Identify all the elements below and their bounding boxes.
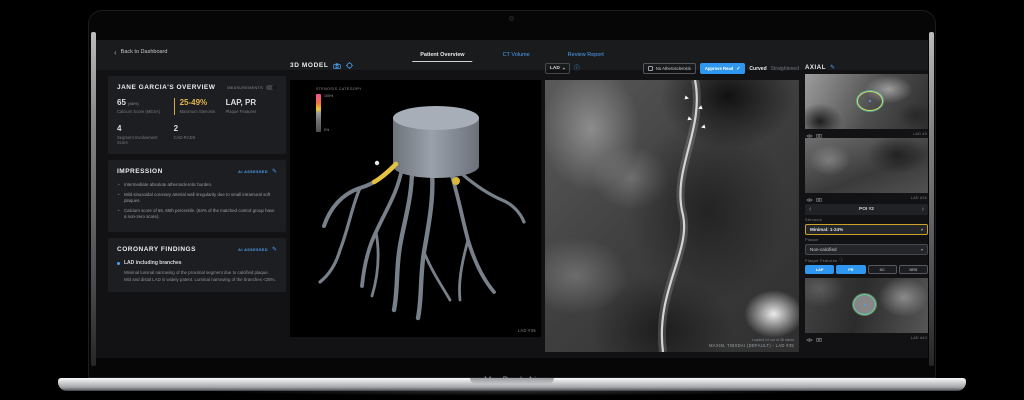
impression-card: IMPRESSION AI ASSESSED ✎ Intermediate ab… <box>108 160 286 232</box>
coronary-findings-title: CORONARY FINDINGS <box>117 246 196 253</box>
coronary-findings-card: CORONARY FINDINGS AI ASSESSED ✎ LAD incl… <box>108 238 286 292</box>
thumbnail-slice-label: LAD #5 <box>913 132 927 136</box>
metric-plaque-features: LAP, PR Plaque Features <box>226 98 277 115</box>
patient-overview-card: JANE GARCIA'S OVERVIEW MEASUREMENTS 65 (… <box>108 76 286 154</box>
chevron-right-icon[interactable]: › <box>922 206 924 213</box>
centerline-dot-icon <box>864 304 866 306</box>
axial-thumbnail[interactable] <box>805 278 928 333</box>
plaque-select[interactable]: Non-calcified ▾ <box>805 244 928 255</box>
slices-loaded-text: Loaded 24 out of 36 slices <box>709 338 794 342</box>
measurements-label: MEASUREMENTS <box>227 86 263 90</box>
legend-title: STENOSIS CATEGORY <box>316 87 362 91</box>
axial-thumbnail[interactable] <box>805 74 928 129</box>
thumbnail-slice-label: LAD #43 <box>911 336 927 340</box>
chevron-left-icon: ‹ <box>114 50 117 55</box>
checkbox-icon <box>648 66 653 71</box>
thumbnail-slice-label: LAD #36 <box>911 196 927 200</box>
finding-body: Minimal luminal narrowing of the proxima… <box>117 270 277 284</box>
chevron-down-icon: ▾ <box>921 247 923 252</box>
metric-max-stenosis: 25-49% Maximum Stenosis <box>174 98 226 115</box>
laptop-base <box>58 378 966 391</box>
vessel-bullet-icon <box>117 262 120 265</box>
plaque-features-label: Plaque Features <box>805 259 837 263</box>
app-window: ‹ Back to Dashboard Patient Overview CT … <box>96 40 928 358</box>
metric-calcium-score: 65 (66%) Calcium Score (MESA) <box>117 98 174 115</box>
metrics-grid: 65 (66%) Calcium Score (MESA) 25-49% Max… <box>117 98 277 146</box>
chevron-left-icon[interactable]: ‹ <box>809 206 811 213</box>
feature-nrs-toggle[interactable]: NRS <box>899 265 928 274</box>
axial-thumbnail[interactable] <box>805 138 928 193</box>
poi-label: POI #2 <box>859 207 874 212</box>
straightened-view-tab[interactable]: Straightened <box>771 66 799 72</box>
legend-max: 100% <box>324 94 333 98</box>
settings-target-icon[interactable] <box>346 62 353 69</box>
model-3d-viewport[interactable]: STENOSIS CATEGORY 100% 0% LAD #35 <box>290 80 541 337</box>
plaque-feature-toggles: LAP PR SC NRS <box>805 265 928 274</box>
legend-min: 0% <box>324 128 333 132</box>
snapshot-camera-icon[interactable] <box>333 63 341 69</box>
tab-ct-volume[interactable]: CT Volume <box>501 46 532 64</box>
approve-read-button[interactable]: Approve Read ✓ <box>700 63 746 74</box>
lumen-contour <box>857 91 883 111</box>
poi-navigator: ‹ POI #2 › <box>805 204 928 215</box>
ai-assessed-badge: AI ASSESSED <box>238 170 268 174</box>
metric-cad-rads: 2 CAD-RADS <box>174 124 226 146</box>
curved-view-tab[interactable]: Curved <box>749 66 766 72</box>
curved-mpr-image[interactable]: Loaded 24 out of 36 slices MAXIM, TIBXDA… <box>545 80 799 352</box>
ai-assessed-badge: AI ASSESSED <box>238 248 268 252</box>
mpr-footer: Loaded 24 out of 36 slices MAXIM, TIBXDA… <box>709 338 794 348</box>
edit-icon[interactable]: ✎ <box>272 169 277 175</box>
model-slice-label: LAD #35 <box>518 328 536 333</box>
chevron-down-icon: ▾ <box>921 227 923 232</box>
stenosis-legend: STENOSIS CATEGORY 100% 0% <box>316 87 362 132</box>
impression-bullet: Calcium score of 65, 66th percentile. (6… <box>117 208 277 221</box>
centerline-dot-icon <box>869 100 871 102</box>
feature-pr-toggle[interactable]: PR <box>836 265 865 274</box>
feature-sc-toggle[interactable]: SC <box>868 265 897 274</box>
plaque-field-label: Plaque <box>805 238 928 242</box>
left-sidebar: JANE GARCIA'S OVERVIEW MEASUREMENTS 65 (… <box>108 76 286 298</box>
model-3d-title: 3D MODEL <box>290 62 328 69</box>
vessel-select[interactable]: LAD ▾ <box>545 63 570 74</box>
lumen-contour <box>853 294 876 315</box>
model-3d-header: 3D MODEL <box>290 62 353 69</box>
top-navigation-bar: ‹ Back to Dashboard Patient Overview CT … <box>96 40 928 70</box>
axial-panel: AXIAL ✎ LAD #5 LAD #36 <box>805 62 928 342</box>
finding-vessel[interactable]: LAD including branches <box>124 260 182 266</box>
chevron-down-icon: ▾ <box>563 66 565 71</box>
impression-bullet: Mild sinusoidal coronary arterial wall i… <box>117 192 277 205</box>
tab-patient-overview[interactable]: Patient Overview <box>418 46 466 64</box>
impression-bullet: Intermediate absolute atherosclerotic bu… <box>117 182 277 189</box>
edit-icon[interactable]: ✎ <box>830 65 835 71</box>
metric-segment-involvement: 4 Segment Involvement Score <box>117 124 174 146</box>
axial-title: AXIAL <box>805 65 826 71</box>
no-atherosclerosis-button[interactable]: No Atherosclerosis <box>643 63 695 74</box>
bezel-highlight-right <box>929 32 934 366</box>
back-to-dashboard-link[interactable]: ‹ Back to Dashboard <box>114 49 167 55</box>
stenosis-field-label: Stenosis <box>805 218 928 222</box>
patient-overview-title: JANE GARCIA'S OVERVIEW <box>117 84 215 91</box>
vessel-centerline <box>545 80 799 352</box>
base-shadow <box>120 391 904 397</box>
macbook-mockup: MacBook Air ‹ Back to Dashboard Patient … <box>0 0 1024 400</box>
mpr-toolbar: LAD ▾ ⓘ No Atherosclerosis Approve Read … <box>545 62 799 75</box>
edit-icon[interactable]: ✎ <box>272 247 277 253</box>
info-icon[interactable]: ⓘ <box>574 66 580 72</box>
stenosis-colorbar <box>316 94 321 132</box>
info-icon[interactable]: ⓘ <box>839 258 843 263</box>
series-label: MAXIM, TIBXDAI (DEFAULT) - LAD #35 <box>709 343 794 348</box>
check-icon: ✓ <box>736 66 740 72</box>
impression-title: IMPRESSION <box>117 168 163 175</box>
back-label: Back to Dashboard <box>121 49 168 55</box>
lid-notch <box>470 378 554 384</box>
feature-lap-toggle[interactable]: LAP <box>805 265 834 274</box>
measurements-toggle[interactable] <box>266 85 277 91</box>
stenosis-select[interactable]: Minimal: 1-24% ▾ <box>805 224 928 235</box>
impression-bullets: Intermediate absolute atherosclerotic bu… <box>117 182 277 221</box>
webcam-icon <box>509 16 514 21</box>
